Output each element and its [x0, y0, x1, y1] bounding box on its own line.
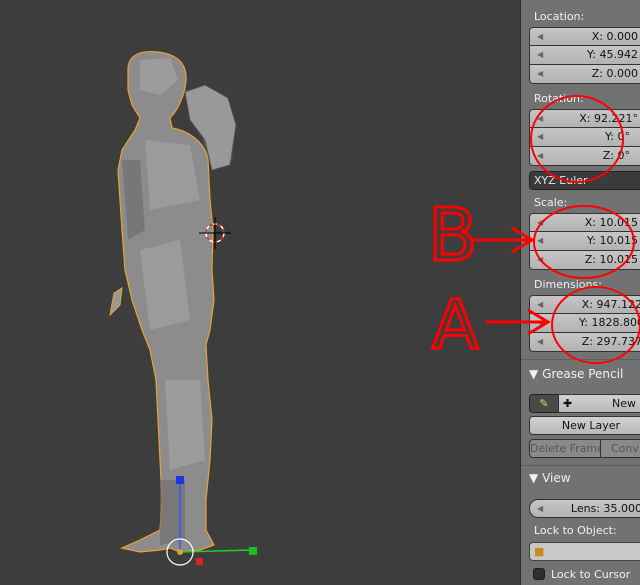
scale-z-field[interactable]: ◀ Z: 10.015: [529, 251, 640, 270]
delete-frame-label: Delete Frame: [530, 442, 601, 455]
new-layer-button[interactable]: New Layer: [529, 416, 640, 435]
rotation-y-value: Y: 0°: [605, 130, 630, 143]
divider: [521, 359, 640, 360]
lock-to-cursor-checkbox[interactable]: [533, 568, 545, 580]
decrement-arrow-icon[interactable]: ◀: [537, 214, 543, 231]
delete-frame-button[interactable]: Delete Frame: [529, 439, 601, 458]
decrement-arrow-icon[interactable]: ◀: [537, 65, 543, 82]
pencil-icon: ✎: [539, 397, 549, 410]
scale-x-value: X: 10.015: [584, 216, 638, 229]
properties-panel: Location: ◀ X: 0.000 ◀ Y: 45.942 ◀ Z: 0.…: [520, 0, 640, 585]
cube-icon: ■: [534, 545, 545, 558]
divider: [521, 465, 640, 466]
viewport-canvas: [109, 50, 257, 566]
location-z-value: Z: 0.000: [591, 67, 638, 80]
decrement-arrow-icon[interactable]: ◀: [537, 46, 543, 63]
new-label: New: [612, 397, 636, 410]
collapse-triangle-icon: ▼: [529, 471, 539, 485]
decrement-arrow-icon[interactable]: ◀: [537, 251, 543, 268]
transform-manipulator[interactable]: [166, 476, 257, 566]
decrement-arrow-icon[interactable]: ◀: [537, 110, 543, 127]
grease-pencil-header[interactable]: ▼ Grease Pencil: [521, 363, 640, 385]
lock-to-object-label: Lock to Object:: [534, 524, 617, 537]
location-x-value: X: 0.000: [591, 30, 638, 43]
decrement-arrow-icon[interactable]: ◀: [537, 232, 543, 249]
rotation-label: Rotation:: [534, 92, 584, 105]
decrement-arrow-icon[interactable]: ◀: [537, 128, 543, 145]
scale-z-value: Z: 10.015: [584, 253, 638, 266]
convert-label: Conv: [611, 442, 639, 455]
lens-value: Lens: 35.000: [570, 502, 640, 515]
location-x-field[interactable]: ◀ X: 0.000: [529, 27, 640, 46]
decrement-arrow-icon[interactable]: ◀: [537, 333, 543, 350]
decrement-arrow-icon[interactable]: ◀: [537, 296, 543, 313]
location-y-field[interactable]: ◀ Y: 45.942: [529, 46, 640, 65]
dimensions-y-value: Y: 1828.800: [579, 316, 640, 329]
scale-label: Scale:: [534, 196, 568, 209]
view-title: View: [542, 471, 571, 485]
location-label: Location:: [534, 10, 585, 23]
dimensions-z-field[interactable]: ◀ Z: 297.737: [529, 333, 640, 352]
view-header[interactable]: ▼ View: [521, 467, 640, 489]
new-layer-label: New Layer: [561, 419, 621, 432]
dimensions-x-field[interactable]: ◀ X: 947.122: [529, 295, 640, 314]
rotation-y-field[interactable]: ◀ Y: 0°: [529, 128, 640, 147]
convert-button[interactable]: Conv: [600, 439, 640, 458]
small-mesh-object: [109, 287, 123, 317]
dimensions-label: Dimensions:: [534, 278, 602, 291]
draw-pencil-button[interactable]: ✎: [529, 394, 559, 413]
3d-viewport[interactable]: [0, 0, 520, 585]
location-y-value: Y: 45.942: [587, 48, 638, 61]
dimensions-x-value: X: 947.122: [581, 298, 640, 311]
lens-field[interactable]: ◀ Lens: 35.000: [529, 499, 640, 518]
rotation-z-field[interactable]: ◀ Z: 0°: [529, 147, 640, 166]
collapse-triangle-icon: ▼: [529, 367, 539, 381]
lock-to-cursor-label: Lock to Cursor: [551, 568, 631, 581]
rotation-x-value: X: 92.221°: [579, 112, 638, 125]
grease-pencil-title: Grease Pencil: [542, 367, 624, 381]
decrement-arrow-icon[interactable]: ◀: [537, 147, 543, 164]
dimensions-z-value: Z: 297.737: [581, 335, 640, 348]
decrement-arrow-icon[interactable]: ◀: [537, 314, 543, 331]
dimensions-y-field[interactable]: ◀ Y: 1828.800: [529, 314, 640, 333]
decrement-arrow-icon[interactable]: ◀: [537, 500, 543, 517]
scale-y-field[interactable]: ◀ Y: 10.015: [529, 232, 640, 251]
lock-object-selector[interactable]: ■: [529, 542, 640, 561]
rotation-z-value: Z: 0°: [602, 149, 630, 162]
decrement-arrow-icon[interactable]: ◀: [537, 28, 543, 45]
location-z-field[interactable]: ◀ Z: 0.000: [529, 65, 640, 84]
plus-icon: ✚: [563, 397, 573, 410]
scale-x-field[interactable]: ◀ X: 10.015: [529, 213, 640, 232]
new-grease-pencil-button[interactable]: ✚ New: [558, 394, 640, 413]
rotation-x-field[interactable]: ◀ X: 92.221°: [529, 109, 640, 128]
scale-y-value: Y: 10.015: [587, 234, 638, 247]
rotation-mode-select[interactable]: XYZ Euler: [529, 171, 640, 190]
